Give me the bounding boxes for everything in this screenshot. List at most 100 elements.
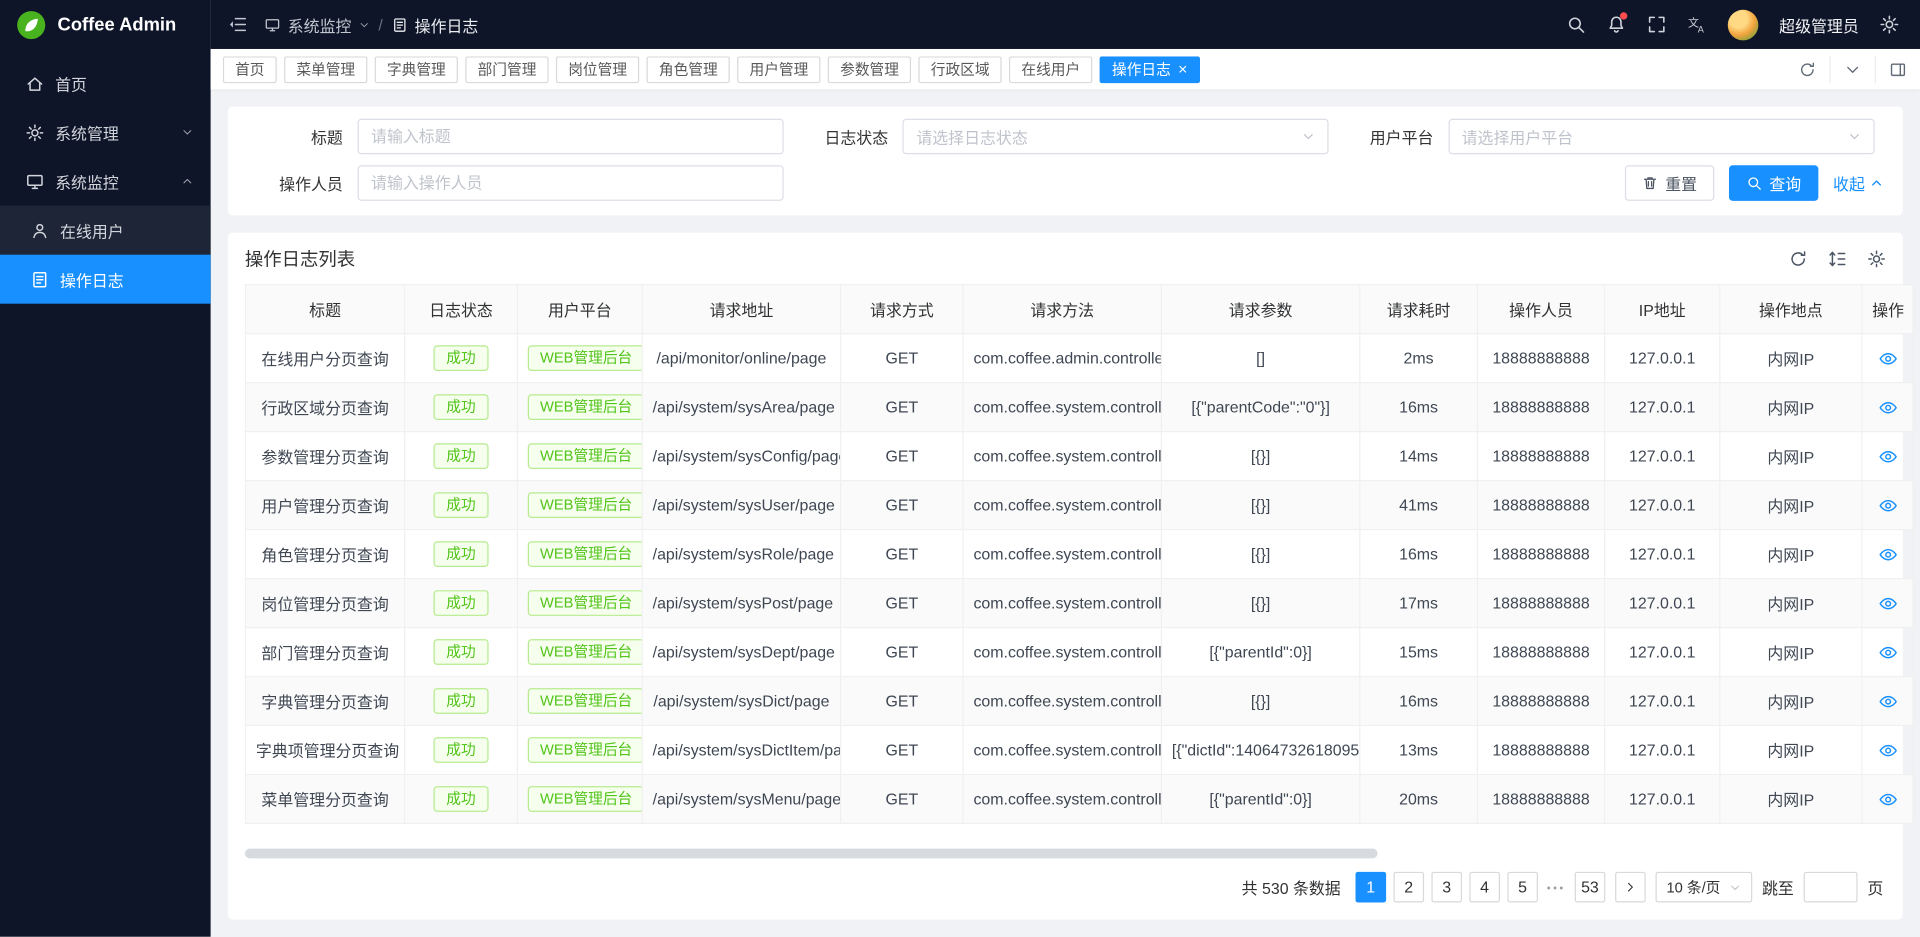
app-logo[interactable]: Coffee Admin — [0, 0, 211, 49]
view-detail-button[interactable] — [1878, 545, 1898, 565]
settings-gear-icon[interactable] — [1880, 15, 1900, 35]
view-detail-button[interactable] — [1878, 692, 1898, 712]
next-page-button[interactable] — [1615, 872, 1646, 903]
operator-input[interactable] — [358, 165, 784, 201]
scrollbar-thumb[interactable] — [245, 849, 1377, 859]
header-actions: 文A 超级管理员 — [1566, 9, 1899, 40]
page-button-1[interactable]: 1 — [1355, 872, 1386, 903]
view-detail-button[interactable] — [1878, 643, 1898, 663]
tab-4[interactable]: 岗位管理 — [556, 56, 639, 83]
menu-fold-icon[interactable] — [228, 15, 248, 35]
refresh-tab-button[interactable] — [1785, 56, 1829, 83]
cell-operator: 18888888888 — [1477, 432, 1604, 481]
cell-ip: 127.0.0.1 — [1605, 774, 1720, 823]
title-input[interactable] — [358, 119, 784, 155]
tab-9[interactable]: 在线用户 — [1009, 56, 1092, 83]
chevron-down-icon — [1847, 130, 1860, 143]
view-detail-button[interactable] — [1878, 447, 1898, 467]
cell-params: [{"parentId":0}] — [1161, 628, 1359, 677]
view-detail-button[interactable] — [1878, 741, 1898, 761]
page-unit-label: 页 — [1867, 876, 1883, 899]
tab-6[interactable]: 用户管理 — [737, 56, 820, 83]
table-row: 部门管理分页查询成功WEB管理后台/api/system/sysDept/pag… — [246, 628, 1914, 677]
layout-panel-button[interactable] — [1875, 56, 1920, 83]
eye-icon — [1878, 594, 1898, 614]
breadcrumb-parent[interactable]: 系统监控 — [264, 13, 369, 36]
search-icon[interactable] — [1566, 15, 1586, 35]
jump-page-input[interactable] — [1804, 872, 1858, 903]
column-settings-gear-icon[interactable] — [1867, 249, 1885, 267]
sidebar-item-home[interactable]: 首页 — [0, 59, 211, 108]
chevron-down-icon — [359, 19, 370, 30]
refresh-icon[interactable] — [1789, 249, 1807, 267]
cell-status: 成功 — [405, 628, 518, 677]
platform-tag: WEB管理后台 — [528, 590, 642, 616]
tab-menu-dropdown[interactable] — [1829, 56, 1874, 83]
cell-actions — [1862, 334, 1913, 383]
user-avatar[interactable] — [1728, 9, 1759, 40]
cell-platform: WEB管理后台 — [517, 334, 642, 383]
filter-status-field: 日志状态 请选择日志状态 — [793, 119, 1338, 155]
tab-0[interactable]: 首页 — [223, 56, 277, 83]
reset-button[interactable]: 重置 — [1625, 165, 1714, 201]
translate-icon[interactable]: 文A — [1687, 15, 1707, 35]
cell-params: [{}] — [1161, 481, 1359, 530]
cell-location: 内网IP — [1720, 530, 1862, 579]
tab-close-icon[interactable]: × — [1178, 61, 1187, 77]
tab-10[interactable]: 操作日志× — [1100, 56, 1200, 83]
table-row: 字典管理分页查询成功WEB管理后台/api/system/sysDict/pag… — [246, 677, 1914, 726]
page-button-3[interactable]: 3 — [1431, 872, 1462, 903]
cell-ip: 127.0.0.1 — [1605, 481, 1720, 530]
page-button-4[interactable]: 4 — [1469, 872, 1500, 903]
sidebar-submenu: 在线用户 操作日志 — [0, 206, 211, 304]
view-detail-button[interactable] — [1878, 398, 1898, 418]
notification-bell[interactable] — [1607, 15, 1627, 35]
view-detail-button[interactable] — [1878, 594, 1898, 614]
log-status-select[interactable]: 请选择日志状态 — [903, 119, 1329, 155]
sidebar-item-system-monitor[interactable]: 系统监控 — [0, 157, 211, 206]
cell-url: /api/system/sysDict/page — [642, 677, 840, 726]
cell-params: [{"parentId":0}] — [1161, 774, 1359, 823]
cell-time: 16ms — [1360, 677, 1478, 726]
search-button[interactable]: 查询 — [1729, 165, 1818, 201]
cell-operator: 18888888888 — [1477, 334, 1604, 383]
tab-1[interactable]: 菜单管理 — [284, 56, 367, 83]
view-detail-button[interactable] — [1878, 349, 1898, 369]
breadcrumb-current: 操作日志 — [391, 13, 478, 36]
operator-label: 操作人员 — [247, 171, 343, 194]
sidebar-item-online-users[interactable]: 在线用户 — [0, 206, 211, 255]
tab-8[interactable]: 行政区域 — [919, 56, 1002, 83]
fullscreen-icon[interactable] — [1647, 15, 1667, 35]
search-icon — [1746, 175, 1762, 191]
page-button-2[interactable]: 2 — [1393, 872, 1424, 903]
sidebar-item-operation-log[interactable]: 操作日志 — [0, 255, 211, 304]
collapse-filter-link[interactable]: 收起 — [1833, 171, 1883, 194]
cell-actions — [1862, 383, 1913, 432]
sidebar-item-label: 首页 — [55, 72, 87, 95]
cell-url: /api/system/sysDept/page — [642, 628, 840, 677]
user-platform-select[interactable]: 请选择用户平台 — [1448, 119, 1874, 155]
cell-title: 字典管理分页查询 — [246, 677, 405, 726]
sidebar-item-system-management[interactable]: 系统管理 — [0, 108, 211, 157]
page-button-5[interactable]: 5 — [1507, 872, 1538, 903]
tab-2[interactable]: 字典管理 — [375, 56, 458, 83]
sidebar-item-label: 系统管理 — [55, 121, 119, 144]
pagination-ellipsis[interactable]: ••• — [1545, 881, 1567, 893]
chevron-down-icon — [1729, 881, 1741, 893]
tab-3[interactable]: 部门管理 — [465, 56, 548, 83]
collapse-link-label: 收起 — [1833, 171, 1865, 194]
user-name[interactable]: 超级管理员 — [1779, 13, 1859, 36]
row-density-icon[interactable] — [1828, 249, 1846, 267]
cell-time: 14ms — [1360, 432, 1478, 481]
view-detail-button[interactable] — [1878, 496, 1898, 516]
sidebar: Coffee Admin 首页 系统管理 系统监控 在线用户 — [0, 0, 211, 937]
cell-title: 在线用户分页查询 — [246, 334, 405, 383]
eye-icon — [1878, 692, 1898, 712]
main-area: 系统监控 / 操作日志 文A 超级管理员 — [211, 0, 1920, 937]
view-detail-button[interactable] — [1878, 790, 1898, 810]
tab-7[interactable]: 参数管理 — [828, 56, 911, 83]
tab-5[interactable]: 角色管理 — [647, 56, 730, 83]
table-header-row: 标题日志状态用户平台请求地址请求方式请求方法请求参数请求耗时操作人员IP地址操作… — [246, 285, 1914, 334]
page-size-select[interactable]: 10 条/页 — [1655, 872, 1752, 903]
page-button-53[interactable]: 53 — [1575, 872, 1606, 903]
